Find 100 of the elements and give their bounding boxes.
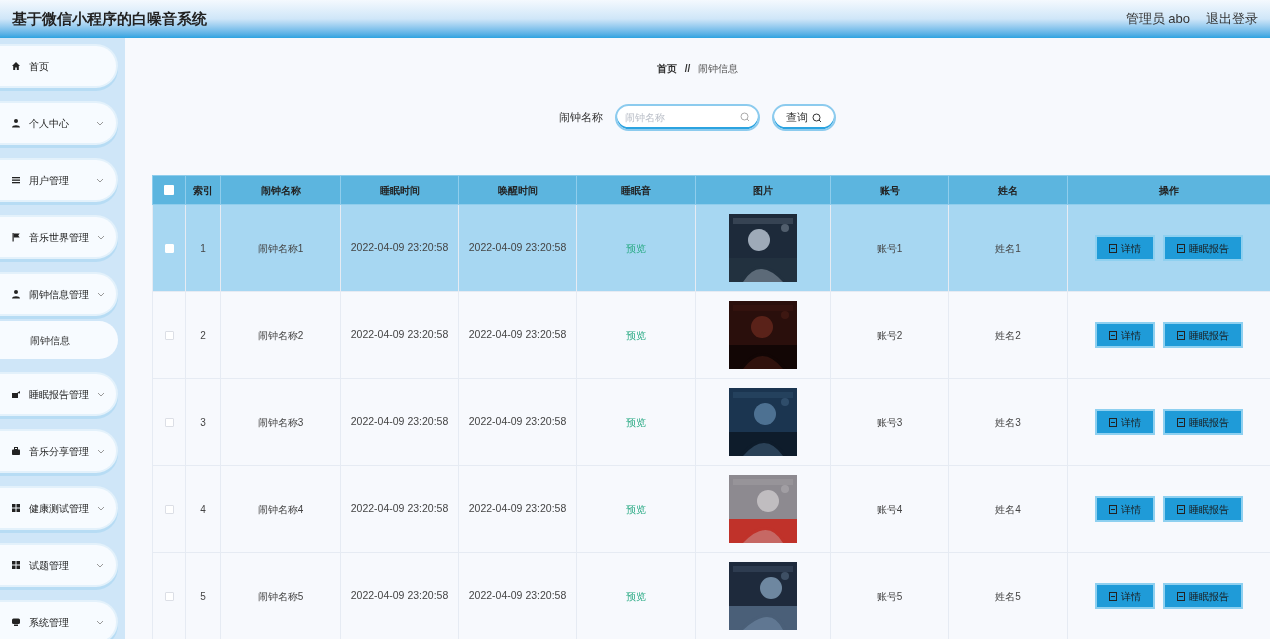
- table-cell: 2: [200, 329, 206, 341]
- table-cell: 账号2: [876, 329, 903, 341]
- sidebar-item[interactable]: 音乐分享管理: [0, 429, 118, 473]
- table-cell: 闹钟名称3: [257, 416, 304, 428]
- column-header: 操作: [1159, 184, 1179, 196]
- row-checkbox[interactable]: [164, 591, 174, 601]
- sidebar-item[interactable]: 睡眠报告管理: [0, 372, 118, 416]
- breadcrumb-item[interactable]: 首页: [656, 61, 677, 76]
- row-checkbox[interactable]: [164, 417, 174, 427]
- chevron-icon: [97, 234, 105, 240]
- preview-link[interactable]: 预览: [626, 329, 646, 341]
- preview-link[interactable]: 预览: [626, 503, 646, 515]
- table-cell: 姓名2: [995, 329, 1021, 341]
- logout-link[interactable]: 退出登录: [1206, 9, 1258, 29]
- row-checkbox[interactable]: [164, 330, 174, 340]
- sidebar-item[interactable]: 健康测试管理: [0, 486, 118, 530]
- select-all-checkbox[interactable]: [164, 185, 174, 195]
- document-icon: [1109, 591, 1117, 601]
- table-cell: 账号3: [876, 416, 903, 428]
- table-cell: 2022-04-09 23:20:58: [350, 415, 449, 428]
- document-icon: [1109, 243, 1117, 253]
- document-icon: [1177, 330, 1185, 340]
- column-header: 索引: [193, 184, 213, 196]
- action-button[interactable]: 详情: [1095, 409, 1155, 435]
- preview-link[interactable]: 预览: [626, 590, 646, 602]
- sidebar-item[interactable]: 用户管理: [0, 158, 118, 202]
- chevron-icon: [96, 177, 104, 183]
- action-button[interactable]: 睡眠报告: [1163, 496, 1243, 522]
- briefcase-icon: [11, 446, 21, 456]
- sidebar-item[interactable]: 个人中心: [0, 101, 118, 145]
- table-cell: 5: [200, 590, 206, 602]
- column-header: 姓名: [998, 184, 1018, 196]
- chevron-icon: [97, 448, 105, 454]
- chevron-icon: [96, 120, 104, 126]
- column-header: 图片: [753, 184, 773, 196]
- column-header: 睡眠音: [621, 184, 651, 196]
- action-button[interactable]: 睡眠报告: [1163, 583, 1243, 609]
- monitor-icon: [11, 617, 21, 627]
- search-label: 闹钟名称: [559, 110, 603, 126]
- search-field[interactable]: 闹钟名称: [615, 104, 760, 131]
- column-header: 唤醒时间: [497, 184, 538, 196]
- grid-icon: [11, 503, 21, 513]
- chevron-icon: [96, 619, 104, 625]
- table-cell: 账号4: [876, 503, 903, 515]
- sidebar-item[interactable]: 系统管理: [0, 600, 118, 639]
- table-cell: 姓名5: [995, 590, 1021, 602]
- breadcrumb-item: 闹钟信息: [698, 62, 739, 76]
- query-button[interactable]: 查询: [772, 104, 836, 131]
- document-icon: [1177, 591, 1185, 601]
- action-button[interactable]: 详情: [1095, 322, 1155, 348]
- action-button[interactable]: 睡眠报告: [1163, 235, 1243, 261]
- search-icon: [812, 112, 822, 123]
- action-button[interactable]: 睡眠报告: [1163, 409, 1243, 435]
- document-icon: [1177, 417, 1185, 427]
- grid-icon: [11, 560, 21, 570]
- table-cell: 2022-04-09 23:20:58: [350, 502, 449, 515]
- table-cell: 2022-04-09 23:20:58: [350, 589, 449, 602]
- table-cell: 2022-04-09 23:20:58: [468, 241, 567, 254]
- action-button[interactable]: 详情: [1095, 496, 1155, 522]
- sidebar-item[interactable]: 音乐世界管理: [0, 215, 118, 259]
- document-icon: [1177, 504, 1185, 514]
- sidebar-item[interactable]: 闹钟信息管理: [0, 272, 118, 316]
- chevron-icon: [97, 391, 105, 397]
- document-icon: [1177, 243, 1185, 253]
- sidebar-subitem[interactable]: 闹钟信息: [0, 321, 118, 359]
- table-cell: 1: [200, 242, 206, 254]
- app-title: 基于微信小程序的白噪音系统: [12, 8, 207, 29]
- table-cell: 闹钟名称2: [257, 329, 304, 341]
- table-cell: 姓名4: [995, 503, 1021, 515]
- action-button[interactable]: 详情: [1095, 235, 1155, 261]
- table-cell: 闹钟名称5: [257, 590, 304, 602]
- table-cell: 闹钟名称1: [257, 242, 304, 254]
- document-icon: [1109, 330, 1117, 340]
- action-button[interactable]: 睡眠报告: [1163, 322, 1243, 348]
- table-cell: 2022-04-09 23:20:58: [350, 241, 449, 254]
- table-cell: 3: [200, 416, 206, 428]
- table-cell: 账号5: [876, 590, 903, 602]
- row-checkbox[interactable]: [164, 504, 174, 514]
- table-cell: 2022-04-09 23:20:58: [468, 589, 567, 602]
- user-icon: [11, 118, 21, 128]
- column-header: 闹钟名称: [260, 184, 301, 196]
- table-cell: 2022-04-09 23:20:58: [350, 328, 449, 341]
- table-cell: 账号1: [876, 242, 903, 254]
- breadcrumb-separator: //: [684, 62, 691, 76]
- table-cell: 2022-04-09 23:20:58: [468, 328, 567, 341]
- sidebar-item[interactable]: 试题管理: [0, 543, 118, 587]
- document-icon: [1109, 504, 1117, 514]
- action-button[interactable]: 详情: [1095, 583, 1155, 609]
- table-cell: 姓名3: [995, 416, 1021, 428]
- chevron-icon: [97, 291, 105, 297]
- column-header: 账号: [879, 184, 900, 196]
- list-icon: [11, 175, 21, 185]
- column-header: 睡眠时间: [379, 184, 420, 196]
- user-name: 管理员 abo: [1125, 10, 1190, 29]
- search-icon: [740, 112, 750, 122]
- table-cell: 2022-04-09 23:20:58: [468, 502, 567, 515]
- preview-link[interactable]: 预览: [626, 416, 646, 428]
- chevron-icon: [96, 562, 104, 568]
- sidebar-item[interactable]: 首页: [0, 44, 118, 88]
- flag-icon: [11, 232, 21, 242]
